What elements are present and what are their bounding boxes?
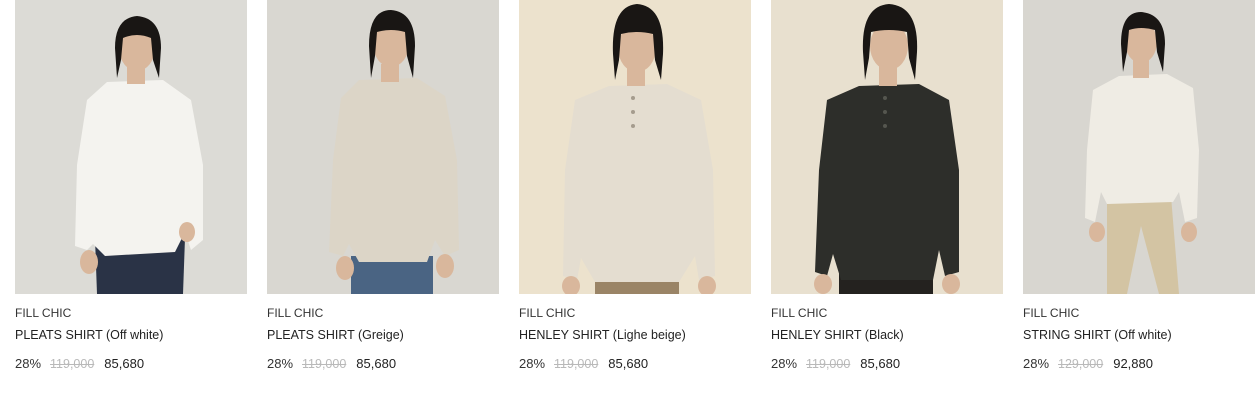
product-name[interactable]: PLEATS SHIRT (Greige) bbox=[267, 328, 404, 342]
product-name[interactable]: PLEATS SHIRT (Off white) bbox=[15, 328, 163, 342]
original-price: 119,000 bbox=[554, 357, 599, 371]
product-image[interactable] bbox=[267, 0, 499, 294]
product-photo bbox=[519, 0, 751, 294]
product-image[interactable] bbox=[519, 0, 751, 294]
product-card[interactable]: FILL CHIC STRING SHIRT (Off white) 28% 1… bbox=[1023, 0, 1255, 371]
original-price: 119,000 bbox=[302, 357, 347, 371]
product-image[interactable] bbox=[1023, 0, 1255, 294]
brand-label: FILL CHIC bbox=[1023, 306, 1080, 320]
product-photo bbox=[267, 0, 499, 294]
product-name[interactable]: HENLEY SHIRT (Black) bbox=[771, 328, 904, 342]
price-row: 28% 129,000 92,880 bbox=[1023, 356, 1153, 371]
discount-rate: 28% bbox=[1023, 356, 1050, 371]
price-row: 28% 119,000 85,680 bbox=[771, 356, 900, 371]
sale-price: 92,880 bbox=[1113, 356, 1153, 371]
price-row: 28% 119,000 85,680 bbox=[15, 356, 144, 371]
original-price: 129,000 bbox=[1058, 357, 1104, 371]
brand-label: FILL CHIC bbox=[519, 306, 576, 320]
sale-price: 85,680 bbox=[356, 356, 397, 371]
product-card[interactable]: FILL CHIC HENLEY SHIRT (Black) 28% 119,0… bbox=[771, 0, 1003, 371]
price-row: 28% 119,000 85,680 bbox=[519, 356, 648, 371]
product-photo bbox=[771, 0, 1003, 294]
discount-rate: 28% bbox=[267, 356, 294, 371]
product-grid: FILL CHIC PLEATS SHIRT (Off white) 28% 1… bbox=[0, 0, 1257, 409]
product-name[interactable]: STRING SHIRT (Off white) bbox=[1023, 328, 1172, 342]
brand-label: FILL CHIC bbox=[15, 306, 72, 320]
product-card[interactable]: FILL CHIC HENLEY SHIRT (Lighe beige) 28%… bbox=[519, 0, 751, 371]
brand-label: FILL CHIC bbox=[267, 306, 324, 320]
product-photo bbox=[1023, 0, 1255, 294]
discount-rate: 28% bbox=[771, 356, 798, 371]
product-image[interactable] bbox=[771, 0, 1003, 294]
brand-label: FILL CHIC bbox=[771, 306, 828, 320]
product-card[interactable]: FILL CHIC PLEATS SHIRT (Off white) 28% 1… bbox=[15, 0, 247, 371]
discount-rate: 28% bbox=[519, 356, 546, 371]
product-image[interactable] bbox=[15, 0, 247, 294]
sale-price: 85,680 bbox=[104, 356, 145, 371]
price-row: 28% 119,000 85,680 bbox=[267, 356, 396, 371]
sale-price: 85,680 bbox=[608, 356, 649, 371]
original-price: 119,000 bbox=[806, 357, 851, 371]
product-photo bbox=[15, 0, 247, 294]
product-name[interactable]: HENLEY SHIRT (Lighe beige) bbox=[519, 328, 686, 342]
discount-rate: 28% bbox=[15, 356, 42, 371]
original-price: 119,000 bbox=[50, 357, 95, 371]
sale-price: 85,680 bbox=[860, 356, 901, 371]
product-card[interactable]: FILL CHIC PLEATS SHIRT (Greige) 28% 119,… bbox=[267, 0, 499, 371]
